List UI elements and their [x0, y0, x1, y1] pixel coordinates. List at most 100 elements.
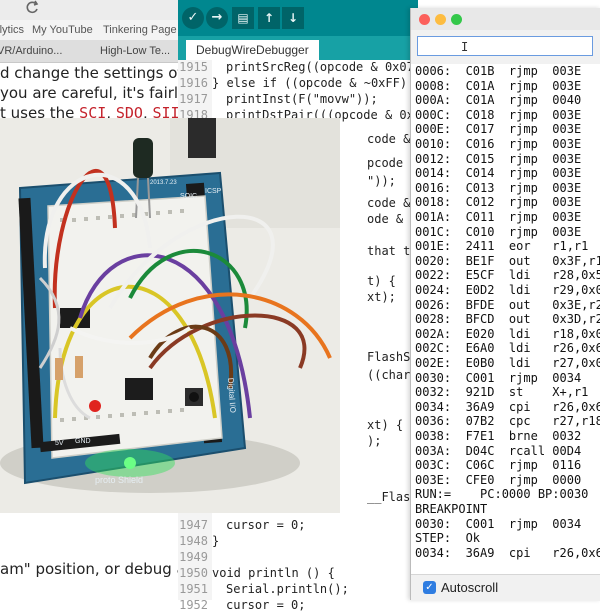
code-text: xt);: [367, 290, 396, 304]
article-text: d change the settings of t: [0, 64, 194, 82]
serial-output-line: 0022: E5CF ldi r28,0x5F: [415, 268, 600, 283]
serial-output-line: 0026: BFDE out 0x3E,r29: [415, 297, 600, 312]
code-text: );: [367, 434, 382, 448]
serial-output-line: 0012: C015 rjmp 003E: [415, 151, 582, 166]
line-number: 1948: [179, 534, 208, 548]
line-number: 1917: [179, 92, 208, 106]
serial-output-line: 003E: CFE0 rjmp 0000: [415, 472, 582, 487]
serial-output-line: STEP: Ok: [415, 531, 481, 546]
serial-output-line: 0020: BE1F out 0x3F,r1: [415, 253, 600, 268]
serial-output-line: 000C: C018 rjmp 003E: [415, 107, 582, 122]
code-text: Serial.println();: [226, 582, 349, 596]
serial-output-line: 003C: C06C rjmp 0116: [415, 458, 582, 473]
serial-input-field[interactable]: [417, 36, 593, 56]
text-cursor-icon: I: [461, 40, 469, 54]
code-line: t) {: [333, 274, 396, 290]
browser-tab[interactable]: High-Low Te...: [100, 45, 170, 57]
board-label: ICSP: [205, 188, 222, 195]
code-line: xt) {: [333, 418, 403, 434]
line-number: 1950: [179, 566, 208, 580]
arduino-board-photo: Digital I/O proto Shield ICSP SOIC GND 5…: [0, 118, 340, 513]
serial-output-line: 001A: C011 rjmp 003E: [415, 210, 582, 224]
ide-tab-bar: DebugWireDebugger: [178, 36, 418, 60]
reload-icon[interactable]: [24, 0, 40, 16]
code-text: }: [212, 534, 220, 548]
browser-tab[interactable]: VR/Arduino...: [0, 45, 62, 57]
bookmark-analytics[interactable]: Analytics: [0, 24, 24, 36]
code-text: printInst(F("movw"));: [226, 92, 378, 106]
autoscroll-checkbox[interactable]: ✓: [423, 581, 436, 594]
board-label: SOIC: [180, 193, 197, 200]
serial-output-line: 0038: F7E1 brne 0032: [415, 429, 582, 443]
serial-output-line: 0018: C012 rjmp 003E: [415, 195, 582, 210]
serial-output-line: 0010: C016 rjmp 003E: [415, 137, 582, 151]
serial-output-line: 0024: E0D2 ldi r29,0x02: [415, 283, 600, 297]
serial-output-line: 000A: C01A rjmp 0040: [415, 93, 582, 108]
code-line: 1951 Serial.println();: [178, 582, 349, 598]
autoscroll-label: Autoscroll: [441, 580, 499, 595]
code-line: "));: [333, 174, 396, 190]
line-number: 1916: [179, 76, 208, 90]
serial-output-line: 0036: 07B2 cpc r27,r18: [415, 414, 600, 429]
serial-output-line: 0030: C001 rjmp 0034: [415, 516, 582, 531]
code-text: xt) {: [367, 418, 404, 432]
serial-output-line: 0006: C01B rjmp 003E: [415, 64, 582, 78]
code-text: } else if ((opcode & ~0xFF): [212, 76, 408, 90]
ide-toolbar: ✓ → ▤ ↑ ↓: [178, 0, 418, 36]
breadboard-illustration: Digital I/O proto Shield ICSP SOIC GND 5…: [0, 118, 340, 513]
code-text: "));: [367, 174, 396, 188]
code-line: 1950 void println () {: [178, 566, 335, 582]
board-label: 5V: [55, 440, 64, 447]
serial-monitor-titlebar: [411, 8, 600, 31]
code-line: 1915 printSrcReg((opcode & 0x07): [178, 60, 421, 76]
code-text: t) {: [367, 274, 396, 288]
article-text: am" position, or debug an: [0, 560, 196, 578]
code-text: cursor = 0;: [226, 518, 306, 532]
serial-output-line: 003A: D04C rcall 00D4: [415, 443, 582, 458]
line-number: 1951: [179, 582, 208, 596]
serial-output-line: 001C: C010 rjmp 003E: [415, 224, 582, 239]
serial-output-line: 0016: C013 rjmp 003E: [415, 180, 582, 195]
close-icon[interactable]: [419, 14, 430, 25]
board-label: proto Shield: [95, 475, 143, 485]
code-line: 1947 cursor = 0;: [178, 518, 305, 534]
code-line: 1952 cursor = 0;: [178, 598, 305, 614]
bookmark-my-youtube[interactable]: My YouTube: [32, 24, 93, 36]
code-text: printSrcReg((opcode & 0x07): [226, 60, 422, 74]
code-text: void println () {: [212, 566, 335, 580]
line-number: 1952: [179, 598, 208, 612]
check-icon[interactable]: ✓: [182, 7, 204, 29]
serial-output-line: 0028: BFCD out 0x3D,r28: [415, 312, 600, 327]
serial-monitor-window: I 0006: C01B rjmp 003E 0008: C01A rjmp 00…: [410, 8, 600, 601]
bookmark-tinkering-page[interactable]: Tinkering Page: [103, 24, 177, 36]
serial-output-line: 002A: E020 ldi r18,0x00: [415, 326, 600, 341]
code-text: cursor = 0;: [226, 598, 306, 612]
code-line: 1948}: [178, 534, 219, 550]
board-label: GND: [75, 438, 91, 445]
code-line: xt);: [333, 290, 396, 306]
serial-output-line: 0030: C001 rjmp 0034: [415, 370, 582, 385]
tab-debugwiredebugger[interactable]: DebugWireDebugger: [186, 40, 319, 60]
code-line: 1917 printInst(F("movw"));: [178, 92, 378, 108]
serial-output-line: 0034: 36A9 cpi r26,0x69: [415, 399, 600, 414]
article-text: you are careful, it's fairly e: [0, 84, 201, 102]
serial-output-line: RUN:= PC:0000 BP:0030: [415, 487, 589, 502]
serial-output-line: 0032: 921D st X+,r1: [415, 385, 589, 400]
serial-output-line: 0034: 36A9 cpi r26,0x69: [415, 545, 600, 560]
arrow-up-icon[interactable]: ↑: [258, 7, 280, 29]
serial-output-line: 002E: E0B0 ldi r27,0x00: [415, 356, 600, 370]
code-line: 1949: [178, 550, 212, 566]
minimize-icon[interactable]: [435, 14, 446, 25]
serial-output-line: BREAKPOINT: [415, 502, 488, 516]
arrow-right-icon[interactable]: →: [206, 7, 228, 29]
code-line: );: [333, 434, 381, 450]
arrow-down-icon[interactable]: ↓: [282, 7, 304, 29]
serial-output-line: 002C: E6A0 ldi r26,0x60: [415, 341, 600, 356]
line-number: 1947: [179, 518, 208, 532]
new-file-icon[interactable]: ▤: [232, 7, 254, 29]
serial-output-line: 0014: C014 rjmp 003E: [415, 166, 582, 181]
serial-output-line: 000E: C017 rjmp 003E: [415, 122, 582, 137]
zoom-icon[interactable]: [451, 14, 462, 25]
serial-monitor-footer: ✓ Autoscroll: [411, 574, 600, 601]
serial-output[interactable]: 0006: C01B rjmp 003E 0008: C01A rjmp 003E…: [411, 64, 600, 574]
